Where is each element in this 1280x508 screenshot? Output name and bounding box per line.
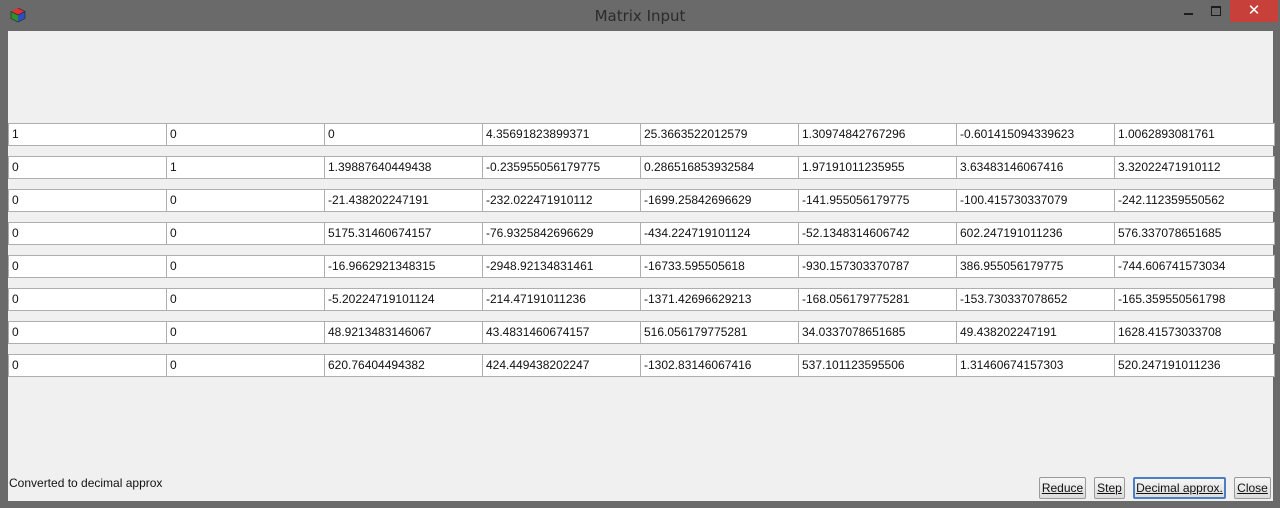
matrix-row: 0 0 5175.31460674157 -76.9325842696629 -434.…	[8, 222, 1275, 245]
matrix-cell-input[interactable]: 0	[8, 288, 169, 311]
minimize-icon	[1184, 13, 1193, 15]
matrix-cell-input[interactable]: -16733.595505618	[640, 255, 801, 278]
matrix-cell-input[interactable]: 602.247191011236	[956, 222, 1117, 245]
matrix-cell-input[interactable]: 0	[166, 222, 327, 245]
matrix-cell-input[interactable]: 620.76404494382	[324, 354, 485, 377]
matrix-cell-input[interactable]: 0	[8, 189, 169, 212]
matrix-cell-input[interactable]: 0	[166, 255, 327, 278]
matrix-cell-input[interactable]: 576.337078651685	[1114, 222, 1275, 245]
matrix-cell-input[interactable]: -0.235955056179775	[482, 156, 643, 179]
matrix-cell-input[interactable]: -744.606741573034	[1114, 255, 1275, 278]
matrix-row: 0 0 -16.9662921348315 -2948.92134831461 -167…	[8, 255, 1275, 278]
matrix-cell-input[interactable]: 0	[166, 354, 327, 377]
matrix-cell-input[interactable]: -1371.42696629213	[640, 288, 801, 311]
matrix-cell-input[interactable]: 43.4831460674157	[482, 321, 643, 344]
matrix-cell-input[interactable]: 25.3663522012579	[640, 123, 801, 146]
matrix-row: 1 0 0 4.35691823899371 25.3663522012579 1.309…	[8, 123, 1275, 146]
matrix-cell-input[interactable]: -242.112359550562	[1114, 189, 1275, 212]
close-button[interactable]: Close	[1234, 477, 1271, 499]
close-icon: ✕	[1247, 1, 1261, 19]
matrix-cell-input[interactable]: 0	[8, 156, 169, 179]
matrix-cell-input[interactable]: 48.9213483146067	[324, 321, 485, 344]
matrix-cell-input[interactable]: 0	[8, 354, 169, 377]
matrix-cell-input[interactable]: -930.157303370787	[798, 255, 959, 278]
matrix-cell-input[interactable]: 0	[324, 123, 485, 146]
matrix-cell-input[interactable]: -168.056179775281	[798, 288, 959, 311]
matrix-cell-input[interactable]: -21.438202247191	[324, 189, 485, 212]
matrix-cell-input[interactable]: 0.286516853932584	[640, 156, 801, 179]
matrix-cell-input[interactable]: 424.449438202247	[482, 354, 643, 377]
step-button[interactable]: Step	[1094, 477, 1125, 499]
matrix-cell-input[interactable]: -1302.83146067416	[640, 354, 801, 377]
matrix-cell-input[interactable]: -232.022471910112	[482, 189, 643, 212]
matrix-cell-input[interactable]: 0	[8, 222, 169, 245]
matrix-cell-input[interactable]: 3.63483146067416	[956, 156, 1117, 179]
matrix-cell-input[interactable]: 4.35691823899371	[482, 123, 643, 146]
matrix-cell-input[interactable]: -5.20224719101124	[324, 288, 485, 311]
client-area: 1 0 0 4.35691823899371 25.3663522012579 1.309…	[8, 31, 1275, 501]
matrix-row: 0 0 -5.20224719101124 -214.47191011236 -1371…	[8, 288, 1275, 311]
minimize-button[interactable]	[1174, 0, 1202, 22]
matrix-cell-input[interactable]: 537.101123595506	[798, 354, 959, 377]
matrix-cell-input[interactable]: 1.97191011235955	[798, 156, 959, 179]
matrix-cell-input[interactable]: -52.1348314606742	[798, 222, 959, 245]
maximize-button[interactable]	[1202, 0, 1230, 22]
matrix-cell-input[interactable]: 0	[166, 288, 327, 311]
matrix-cell-input[interactable]: 386.955056179775	[956, 255, 1117, 278]
reduce-button[interactable]: Reduce	[1039, 477, 1086, 499]
status-text: Converted to decimal approx	[9, 476, 163, 490]
matrix-cell-input[interactable]: 516.056179775281	[640, 321, 801, 344]
matrix-cell-input[interactable]: 0	[166, 321, 327, 344]
matrix-cell-input[interactable]: 520.247191011236	[1114, 354, 1275, 377]
matrix-cell-input[interactable]: -100.415730337079	[956, 189, 1117, 212]
matrix-cell-input[interactable]: 3.32022471910112	[1114, 156, 1275, 179]
matrix-cell-input[interactable]: 0	[8, 321, 169, 344]
matrix-cell-input[interactable]: 1	[8, 123, 169, 146]
matrix-cell-input[interactable]: 1.39887640449438	[324, 156, 485, 179]
matrix-cell-input[interactable]: -214.47191011236	[482, 288, 643, 311]
matrix-cell-input[interactable]: 1.31460674157303	[956, 354, 1117, 377]
matrix-cell-input[interactable]: -0.601415094339623	[956, 123, 1117, 146]
window-title: Matrix Input	[594, 7, 686, 25]
matrix-cell-input[interactable]: 1.0062893081761	[1114, 123, 1275, 146]
matrix-cell-input[interactable]: 49.438202247191	[956, 321, 1117, 344]
decimal-approx-button[interactable]: Decimal approx.	[1133, 477, 1226, 499]
matrix-cell-input[interactable]: 0	[8, 255, 169, 278]
matrix-cell-input[interactable]: 0	[166, 123, 327, 146]
matrix-cell-input[interactable]: 1	[166, 156, 327, 179]
matrix-cell-input[interactable]: -16.9662921348315	[324, 255, 485, 278]
matrix-cell-input[interactable]: 34.0337078651685	[798, 321, 959, 344]
matrix-row: 0 1 1.39887640449438 -0.235955056179775 0.28…	[8, 156, 1275, 179]
matrix-cell-input[interactable]: 1.30974842767296	[798, 123, 959, 146]
matrix-row: 0 0 48.9213483146067 43.4831460674157 516.05…	[8, 321, 1275, 344]
matrix-cell-input[interactable]: -434.224719101124	[640, 222, 801, 245]
matrix-cell-input[interactable]: -141.955056179775	[798, 189, 959, 212]
matrix-row: 0 0 620.76404494382 424.449438202247 -1302.8…	[8, 354, 1275, 377]
matrix-input-window: Matrix Input ✕ 1 0 0 4.35691823899371 25.366…	[0, 0, 1280, 508]
matrix-row: 0 0 -21.438202247191 -232.022471910112 -1699…	[8, 189, 1275, 212]
maximize-icon	[1211, 6, 1221, 16]
matrix-cell-input[interactable]: -165.359550561798	[1114, 288, 1275, 311]
matrix-cell-input[interactable]: -153.730337078652	[956, 288, 1117, 311]
matrix-cell-input[interactable]: 1628.41573033708	[1114, 321, 1275, 344]
title-bar[interactable]: Matrix Input ✕	[0, 0, 1280, 31]
matrix-cell-input[interactable]: -1699.25842696629	[640, 189, 801, 212]
matrix-cell-input[interactable]: 0	[166, 189, 327, 212]
matrix-cell-input[interactable]: 5175.31460674157	[324, 222, 485, 245]
matrix-cell-input[interactable]: -2948.92134831461	[482, 255, 643, 278]
matrix-cell-input[interactable]: -76.9325842696629	[482, 222, 643, 245]
window-close-button[interactable]: ✕	[1230, 0, 1278, 22]
